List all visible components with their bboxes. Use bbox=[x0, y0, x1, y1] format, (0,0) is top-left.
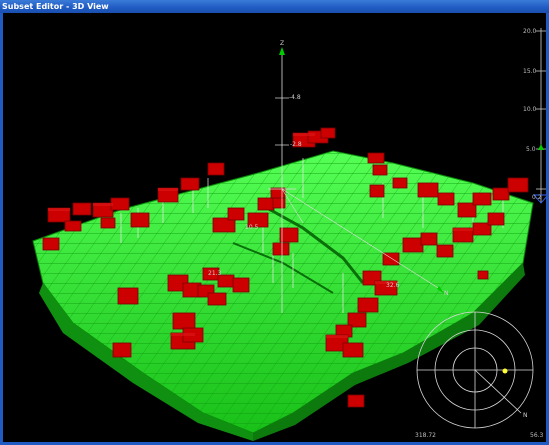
annotation-label: -2.8 bbox=[290, 141, 302, 148]
compass-bearing: 318.72 bbox=[415, 432, 436, 439]
subset-editor-window: Subset Editor - 3D View Z N -4.8 -2.8 10… bbox=[0, 0, 549, 445]
scale-tick-label: 15.0 bbox=[523, 68, 537, 75]
annotation-label: 32.6 bbox=[386, 282, 400, 289]
compass-n-label: N bbox=[523, 412, 528, 419]
window-title: Subset Editor - 3D View bbox=[0, 0, 549, 13]
annotation-label: -4.8 bbox=[289, 94, 301, 101]
scale-tick-label: 20.0 bbox=[523, 28, 537, 35]
scale-tick-label: 10.0 bbox=[523, 106, 537, 113]
scene-svg: Z N -4.8 -2.8 10.5 21.3 32.6 20.0 15.0 1… bbox=[32, 28, 546, 441]
elevation-scale-bar bbox=[533, 28, 546, 204]
scale-bottom-label: 0.2 bbox=[532, 194, 542, 201]
annotation-label: 10.5 bbox=[245, 224, 259, 231]
scale-tick-label: 5.0 bbox=[526, 146, 536, 153]
z-axis-label: Z bbox=[280, 40, 284, 47]
compass-dip: 56.3 bbox=[530, 432, 544, 439]
annotation-label: 21.3 bbox=[208, 270, 222, 277]
3d-viewport[interactable]: Z N -4.8 -2.8 10.5 21.3 32.6 20.0 15.0 1… bbox=[3, 13, 546, 442]
n-axis-label: N bbox=[444, 290, 449, 297]
orientation-pointer-icon[interactable] bbox=[502, 368, 508, 374]
